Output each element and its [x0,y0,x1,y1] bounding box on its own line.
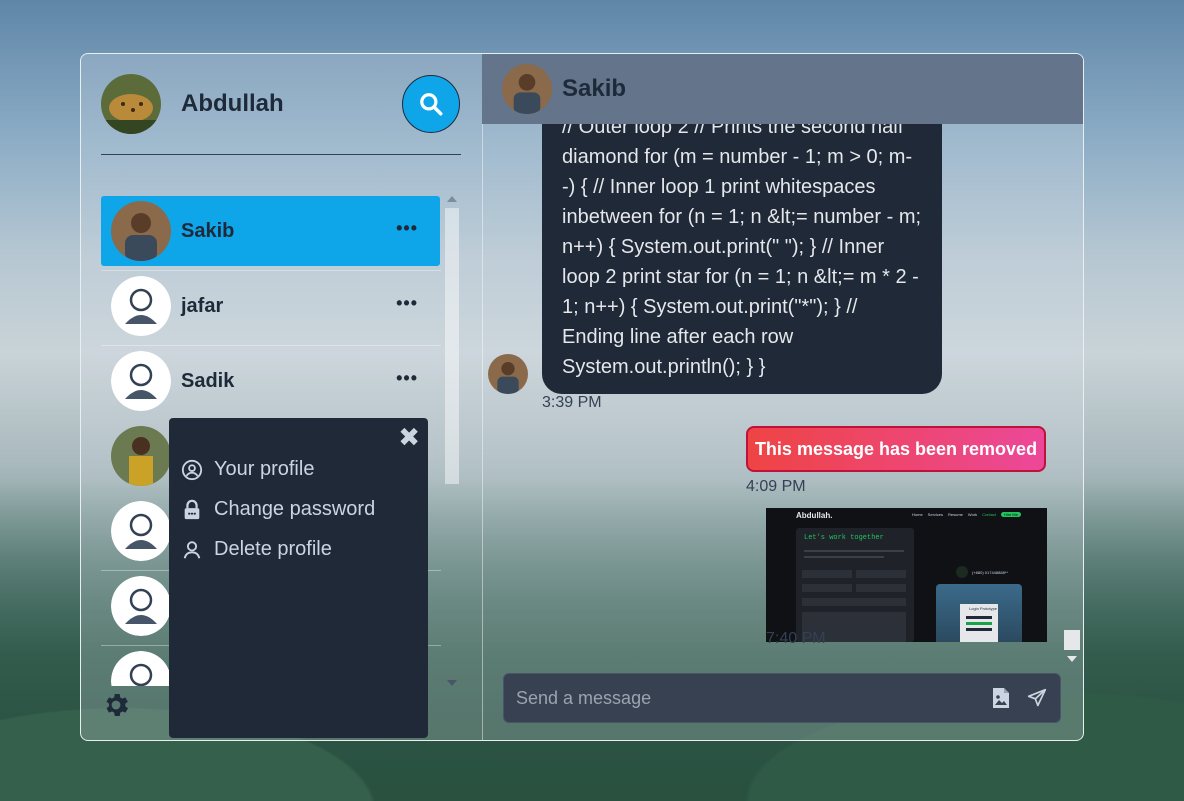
message-bubble-received: // Outer loop 2 // Prints the second hal… [542,124,942,394]
attach-image-button[interactable] [988,685,1014,711]
header-divider [101,154,461,155]
default-avatar-icon [111,576,171,636]
settings-button[interactable] [101,690,131,720]
contact-name: Sadik [181,369,235,392]
message-input[interactable] [504,673,988,723]
current-user-avatar[interactable] [101,74,161,134]
contact-list-scrollbar[interactable] [443,196,459,686]
chat-header: Sakib [482,54,1083,124]
scrollbar-thumb[interactable] [445,208,459,484]
default-avatar-icon [111,651,171,686]
contact-menu-button[interactable]: ••• [396,293,418,314]
scroll-up-arrow-icon[interactable] [447,196,457,202]
contact-item-sadik[interactable]: Sadik ••• [101,346,440,416]
chat-contact-name: Sakib [562,75,627,102]
user-icon [181,539,203,561]
contact-name: Sakib [181,219,235,242]
default-avatar-icon [111,351,171,411]
settings-menu: ✖ Your profile Change password Delete pr… [169,418,428,738]
preview-brand: Abdullah. [796,511,833,520]
menu-item-delete-profile[interactable]: Delete profile [181,538,332,561]
menu-item-label: Change password [214,498,376,520]
phone-icon [956,566,968,578]
message-timestamp: 4:09 PM [746,478,806,495]
close-icon[interactable]: ✖ [398,424,420,450]
contact-name: jafar [181,294,224,317]
message-timestamp: 7:40 PM [766,630,826,647]
chat-app-window: Abdullah Sakib ••• jafar ••• Sadik ••• ✖… [80,53,1084,741]
send-button[interactable] [1024,685,1050,711]
chat-contact-avatar[interactable] [502,64,552,114]
removed-message-badge: This message has been removed [746,426,1046,472]
scroll-down-arrow-icon[interactable] [447,680,457,686]
menu-item-label: Delete profile [214,538,332,560]
contact-item-sakib[interactable]: Sakib ••• [101,196,440,266]
sidebar: Abdullah Sakib ••• jafar ••• Sadik ••• ✖… [81,54,483,740]
contact-avatar [111,426,171,486]
scrollbar-thumb[interactable] [1064,630,1080,650]
lock-icon [181,499,203,521]
menu-item-label: Your profile [214,458,315,480]
contact-menu-button[interactable]: ••• [396,368,418,389]
preview-nav: Home Services Resume Work Contact Hire Me [912,512,1021,517]
preview-login-card: Login Prototype [936,584,1022,642]
preview-form: Let's work together [796,528,914,642]
gear-icon [106,694,128,716]
image-file-icon [993,688,1009,708]
default-avatar-icon [111,276,171,336]
message-list-scrollbar[interactable] [1064,630,1080,664]
sender-avatar [488,354,528,394]
search-button[interactable] [402,75,460,133]
default-avatar-icon [111,501,171,561]
menu-item-change-password[interactable]: Change password [181,498,375,521]
menu-item-your-profile[interactable]: Your profile [181,458,314,481]
image-message[interactable]: Abdullah. Home Services Resume Work Contact H… [766,508,1047,642]
contact-menu-button[interactable]: ••• [396,218,418,239]
message-list[interactable]: // Outer loop 2 // Prints the second hal… [482,124,1083,664]
current-user-header: Abdullah [101,74,284,134]
user-circle-icon [181,459,203,481]
current-user-name: Abdullah [181,90,284,117]
scroll-down-arrow-icon[interactable] [1067,656,1077,662]
chat-panel: // Outer loop 2 // Prints the second hal… [482,54,1083,740]
send-icon [1027,688,1047,707]
search-icon [420,93,443,116]
contact-item-jafar[interactable]: jafar ••• [101,271,440,341]
contact-avatar [111,201,171,261]
message-composer [503,673,1061,723]
message-timestamp: 3:39 PM [542,394,602,411]
